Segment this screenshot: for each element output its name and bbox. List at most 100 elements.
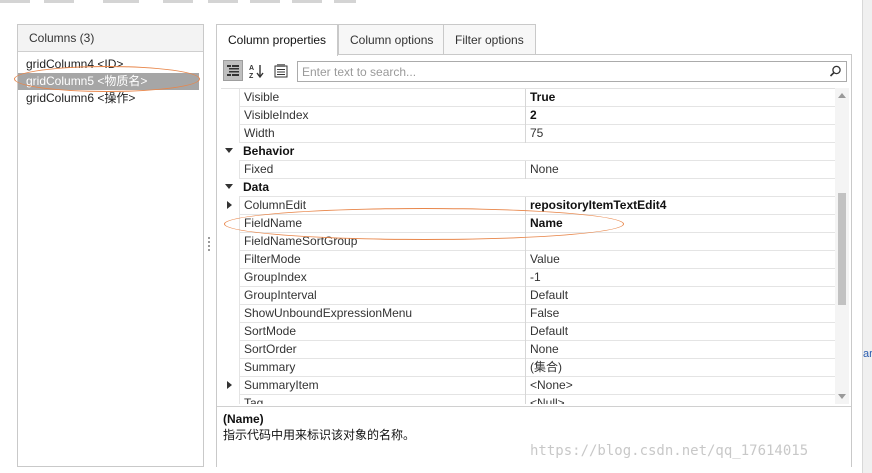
categorized-button[interactable]: [223, 60, 243, 81]
property-value[interactable]: True: [526, 89, 835, 107]
property-row[interactable]: ColumnEdit repositoryItemTextEdit4: [221, 197, 835, 215]
property-value[interactable]: Name: [526, 215, 835, 233]
property-value[interactable]: <None>: [526, 377, 835, 395]
property-row[interactable]: Tag <Null>: [221, 395, 835, 404]
property-value[interactable]: -1: [526, 269, 835, 287]
property-row[interactable]: Fixed None: [221, 161, 835, 179]
collapse-arrow-icon[interactable]: [225, 184, 233, 189]
columns-list: gridColumn4 <ID> gridColumn5 <物质名> gridCol…: [18, 52, 203, 107]
tab-column-options[interactable]: Column options: [338, 24, 446, 55]
toolbar-remnant: [292, 0, 322, 3]
alphabetical-button[interactable]: A Z: [247, 60, 267, 81]
property-category-row[interactable]: Behavior: [221, 143, 835, 161]
tab-filter-options[interactable]: Filter options: [443, 24, 536, 55]
property-name: SortMode: [239, 323, 526, 341]
background-window-edge: [862, 0, 872, 473]
row-gutter: [221, 143, 239, 161]
property-row[interactable]: SortMode Default: [221, 323, 835, 341]
property-name: Summary: [239, 359, 526, 377]
scroll-thumb[interactable]: [838, 193, 846, 305]
row-gutter: [221, 233, 239, 251]
property-name: ShowUnboundExpressionMenu: [239, 305, 526, 323]
expand-arrow-icon[interactable]: [227, 201, 232, 209]
row-gutter: [221, 305, 239, 323]
row-gutter: [221, 287, 239, 305]
tab-content: A Z VisibleTrueVisibleIndex2Width75Beha: [216, 54, 852, 467]
row-gutter: [221, 215, 239, 233]
property-value[interactable]: (集合): [526, 359, 835, 377]
row-gutter: [221, 107, 239, 125]
property-value[interactable]: [526, 233, 835, 251]
property-pages-button[interactable]: [271, 60, 291, 81]
property-row[interactable]: VisibleIndex 2: [221, 107, 835, 125]
property-name: VisibleIndex: [239, 107, 526, 125]
row-gutter: [221, 125, 239, 143]
row-gutter: [221, 269, 239, 287]
sort-alphabetical-icon: A Z: [249, 64, 264, 79]
property-value[interactable]: repositoryItemTextEdit4: [526, 197, 835, 215]
row-gutter: [221, 161, 239, 179]
property-name: Tag: [239, 395, 526, 404]
property-name: SummaryItem: [239, 377, 526, 395]
property-row[interactable]: Width 75: [221, 125, 835, 143]
categorized-icon: [227, 64, 239, 76]
property-name: GroupIndex: [239, 269, 526, 287]
columns-header: Columns (3): [18, 25, 203, 52]
tab-column-properties[interactable]: Column properties: [216, 24, 339, 56]
property-row[interactable]: GroupIndex -1: [221, 269, 835, 287]
property-name: ColumnEdit: [239, 197, 526, 215]
description-text: 指示代码中用来标识该对象的名称。: [223, 428, 416, 442]
property-pages-icon: [274, 63, 288, 77]
property-value[interactable]: Default: [526, 323, 835, 341]
toolbar-remnant: [163, 0, 193, 3]
property-row[interactable]: ShowUnboundExpressionMenu False: [221, 305, 835, 323]
property-row[interactable]: SummaryItem <None>: [221, 377, 835, 395]
property-value[interactable]: None: [526, 341, 835, 359]
property-name: Width: [239, 125, 526, 143]
category-label: Data: [243, 180, 270, 194]
row-gutter: [221, 323, 239, 341]
property-grid-scrollbar[interactable]: [835, 88, 849, 404]
column-list-item[interactable]: gridColumn4 <ID>: [18, 56, 203, 73]
scroll-down-icon[interactable]: [838, 394, 846, 399]
property-row[interactable]: FieldName Name: [221, 215, 835, 233]
property-category-row[interactable]: Data: [221, 179, 835, 197]
category-label: Behavior: [243, 144, 295, 158]
property-row[interactable]: Summary (集合): [221, 359, 835, 377]
search-icon[interactable]: [829, 65, 842, 78]
property-name: GroupInterval: [239, 287, 526, 305]
row-gutter: [221, 395, 239, 404]
property-row[interactable]: GroupInterval Default: [221, 287, 835, 305]
property-name: FieldName: [239, 215, 526, 233]
property-value[interactable]: 75: [526, 125, 835, 143]
property-grid: Visible True VisibleIndex 2 Width 75 Behavior F…: [221, 88, 835, 404]
property-row[interactable]: FilterMode Value: [221, 251, 835, 269]
scroll-up-icon[interactable]: [838, 93, 846, 98]
columns-panel: Columns (3) gridColumn4 <ID> gridColumn5 …: [17, 24, 204, 467]
row-gutter: [221, 251, 239, 269]
row-gutter: [221, 341, 239, 359]
property-value[interactable]: False: [526, 305, 835, 323]
property-value[interactable]: 2: [526, 107, 835, 125]
svg-text:A: A: [249, 65, 254, 72]
expand-arrow-icon[interactable]: [227, 381, 232, 389]
property-name: FieldNameSortGroup: [239, 233, 526, 251]
property-value[interactable]: Value: [526, 251, 835, 269]
property-value[interactable]: None: [526, 161, 835, 179]
property-value[interactable]: Default: [526, 287, 835, 305]
property-name: Visible: [239, 89, 526, 107]
property-name: SortOrder: [239, 341, 526, 359]
description-title: (Name): [223, 412, 264, 426]
property-value[interactable]: <Null>: [526, 395, 835, 404]
column-list-item[interactable]: gridColumn5 <物质名>: [18, 73, 199, 90]
property-row[interactable]: SortOrder None: [221, 341, 835, 359]
property-row[interactable]: Visible True: [221, 89, 835, 107]
toolbar-remnant: [0, 0, 30, 3]
column-list-item[interactable]: gridColumn6 <操作>: [18, 90, 203, 107]
collapse-arrow-icon[interactable]: [225, 148, 233, 153]
row-gutter: [221, 89, 239, 107]
toolbar-remnant: [44, 0, 74, 3]
search-input[interactable]: [298, 62, 818, 81]
splitter-handle[interactable]: [208, 237, 210, 251]
property-row[interactable]: FieldNameSortGroup: [221, 233, 835, 251]
